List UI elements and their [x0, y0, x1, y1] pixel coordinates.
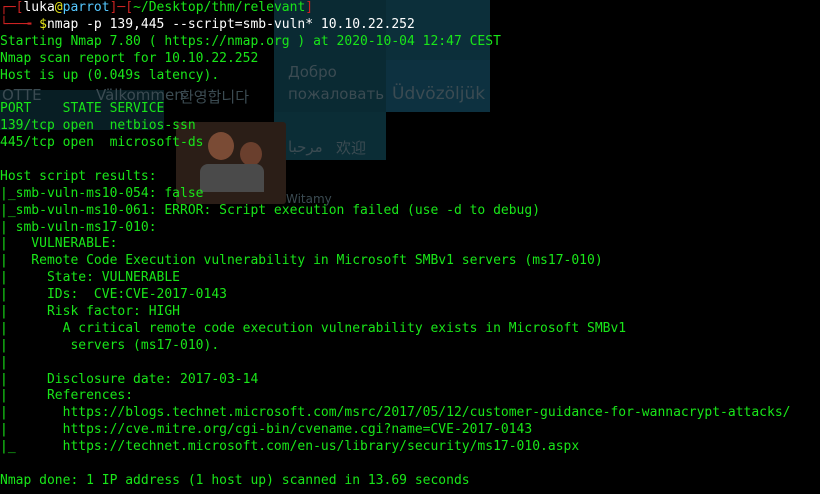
output-line: Nmap done: 1 IP address (1 host up) scan…: [0, 472, 470, 488]
prompt-path: ~/Desktop/thm/relevant: [133, 0, 306, 15]
prompt-bracket-close: ]: [305, 0, 314, 15]
output-line: Starting Nmap 7.80 ( https://nmap.org ) …: [0, 33, 501, 49]
output-line: |_smb-vuln-ms10-054: false: [0, 185, 204, 201]
output-line: | Risk factor: HIGH: [0, 304, 181, 320]
output-line: 445/tcp open microsoft-ds: [0, 135, 204, 151]
output-line: |_ https://technet.microsoft.com/en-us/l…: [0, 439, 580, 455]
prompt-user: luka: [23, 0, 55, 15]
prompt-dollar: $: [39, 16, 47, 32]
output-line: | State: VULNERABLE: [0, 270, 181, 286]
output-line: | Remote Code Execution vulnerability in…: [0, 253, 603, 269]
prompt-line-2: └──╼ $nmap -p 139,445 --script=smb-vuln*…: [0, 17, 820, 34]
output-line: | A critical remote code execution vulne…: [0, 320, 627, 336]
output-line: | VULNERABLE:: [0, 236, 118, 252]
output-line: Host is up (0.049s latency).: [0, 67, 220, 83]
output-line: | servers (ms17-010).: [0, 337, 220, 353]
output-line: |: [0, 354, 8, 370]
prompt-host: parrot: [62, 0, 110, 15]
prompt-line-1: ┌─[luka@parrot]─[~/Desktop/thm/relevant]: [0, 0, 820, 17]
prompt-separator: ]─[: [109, 0, 134, 15]
output-line: | IDs: CVE:CVE-2017-0143: [0, 287, 227, 303]
output-line: | smb-vuln-ms17-010:: [0, 219, 157, 235]
terminal-window[interactable]: ┌─[luka@parrot]─[~/Desktop/thm/relevant]…: [0, 0, 820, 494]
prompt-at: @: [54, 0, 63, 15]
output-line: | https://cve.mitre.org/cgi-bin/cvename.…: [0, 422, 533, 438]
output-line: | Disclosure date: 2017-03-14: [0, 371, 259, 387]
command-text[interactable]: nmap -p 139,445 --script=smb-vuln* 10.10…: [47, 17, 415, 32]
output-line: | https://blogs.technet.microsoft.com/ms…: [0, 405, 791, 421]
prompt-arrow: └──╼: [0, 16, 40, 32]
prompt-bracket: ┌─[: [0, 0, 24, 15]
output-line: Nmap scan report for 10.10.22.252: [0, 50, 259, 66]
output-line: PORT STATE SERVICE: [0, 101, 165, 117]
output-line: 139/tcp open netbios-ssn: [0, 118, 196, 134]
output-line: |_smb-vuln-ms10-061: ERROR: Script execu…: [0, 202, 541, 218]
output-line: | References:: [0, 388, 134, 404]
output-line: Host script results:: [0, 168, 157, 184]
